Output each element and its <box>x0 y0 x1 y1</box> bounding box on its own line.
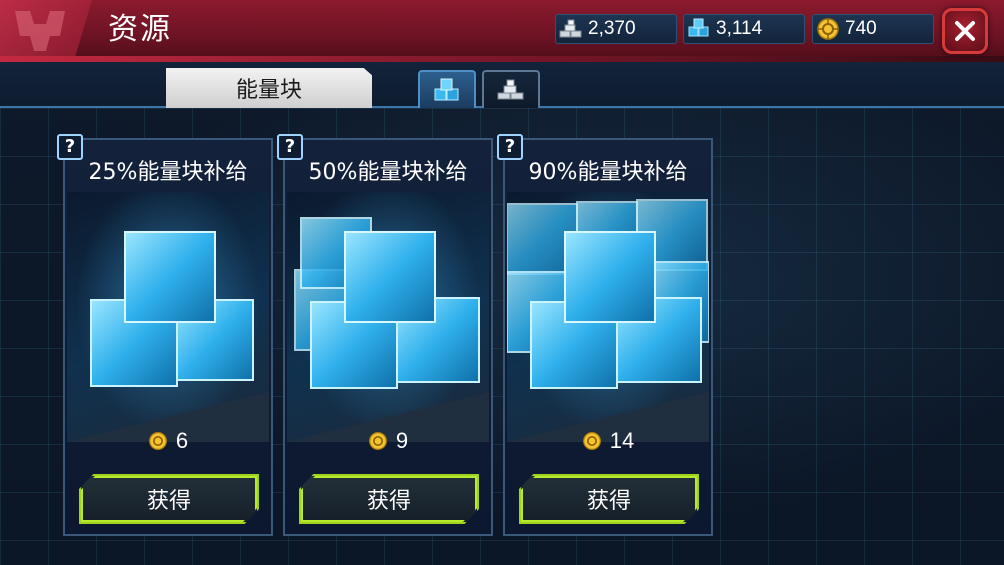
tab-alloy-icon[interactable] <box>482 70 540 108</box>
energon-cubes-image <box>507 192 709 442</box>
offer-title: 25%能量块补给 <box>88 160 248 185</box>
offer-title: 50%能量块补给 <box>308 160 468 185</box>
energon-cubes-image <box>287 192 489 442</box>
header-bar: 资源 2,370 3,114 740 <box>0 0 1004 62</box>
autobot-logo-icon <box>0 0 92 62</box>
obtain-button[interactable]: 获得 <box>79 474 259 524</box>
close-button[interactable] <box>942 8 988 54</box>
gold-coin-icon <box>148 432 167 450</box>
currency-gold: 740 <box>812 14 934 44</box>
energon-cubes-image <box>67 192 269 442</box>
price-value: 6 <box>175 428 189 453</box>
offer-price: 9 <box>285 428 491 454</box>
energon-cube-icon <box>684 14 714 44</box>
offer-title: 90%能量块补给 <box>528 160 688 185</box>
energon-amount: 3,114 <box>716 18 763 39</box>
energon-cube-icon <box>434 78 459 101</box>
offer-card-25: ? 25%能量块补给 6 获得 <box>57 134 273 536</box>
offer-card-50: ? 50%能量块补给 9 获得 <box>277 134 493 536</box>
offer-price: 14 <box>505 428 711 454</box>
alloy-icon <box>497 79 524 100</box>
alloy-amount: 2,370 <box>588 18 636 39</box>
page-title: 资源 <box>108 12 172 47</box>
offer-price: 6 <box>65 428 271 454</box>
alloy-icon <box>556 14 586 44</box>
gold-amount: 740 <box>845 18 877 39</box>
currency-energon: 3,114 <box>683 14 805 44</box>
price-value: 14 <box>609 428 635 453</box>
tab-energon-icon[interactable] <box>418 70 476 108</box>
game-screen: 资源 2,370 3,114 740 能量块 ? 25%能量块补给 6 获得 ?… <box>0 0 1004 565</box>
gold-coin-icon <box>368 432 387 450</box>
obtain-button[interactable]: 获得 <box>519 474 699 524</box>
price-value: 9 <box>395 428 409 453</box>
offer-card-90: ? 90%能量块补给 14 获得 <box>497 134 713 536</box>
tab-energon[interactable]: 能量块 <box>166 68 372 108</box>
currency-alloy: 2,370 <box>555 14 677 44</box>
close-icon <box>955 21 975 41</box>
gold-coin-icon <box>582 432 601 450</box>
obtain-button[interactable]: 获得 <box>299 474 479 524</box>
gold-coin-icon <box>813 14 843 44</box>
